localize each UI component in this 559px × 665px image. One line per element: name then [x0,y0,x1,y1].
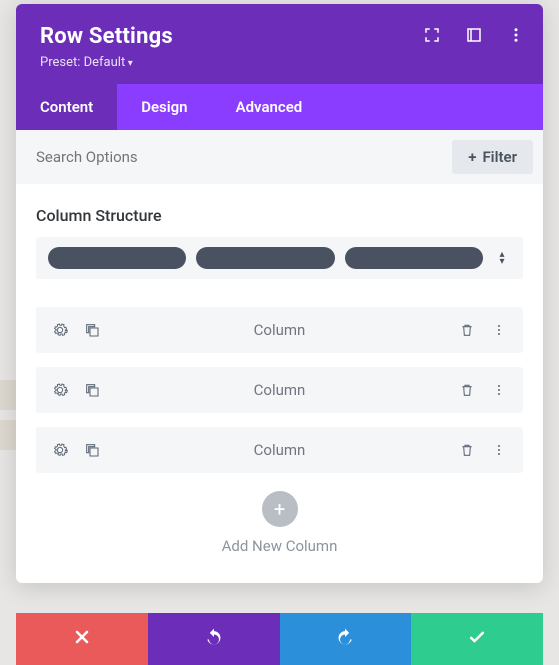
column-item[interactable]: Column [36,307,523,353]
search-bar: + Filter [16,130,543,184]
trash-icon[interactable] [459,382,475,398]
row-settings-modal: Row Settings Preset: Default Content Des… [16,4,543,583]
column-structure-selector[interactable]: ▴▾ [36,237,523,279]
undo-button[interactable] [148,613,280,665]
column-label: Column [100,321,459,339]
column-label: Column [100,441,459,459]
structure-col [48,247,186,269]
preset-selector[interactable]: Preset: Default [40,55,519,70]
undo-icon [204,627,224,652]
trash-icon[interactable] [459,322,475,338]
add-column-button[interactable]: + [262,491,298,527]
panel-icon[interactable] [465,26,483,44]
duplicate-icon[interactable] [84,382,100,398]
modal-header: Row Settings Preset: Default [16,4,543,84]
structure-col [345,247,483,269]
plus-icon: + [274,497,285,521]
tab-advanced[interactable]: Advanced [212,84,327,130]
duplicate-icon[interactable] [84,322,100,338]
gear-icon[interactable] [52,442,68,458]
plus-icon: + [468,148,476,166]
kebab-icon[interactable] [491,382,507,398]
redo-icon [335,627,355,652]
tab-bar: Content Design Advanced [16,84,543,130]
cancel-button[interactable] [16,613,148,665]
gear-icon[interactable] [52,382,68,398]
column-item[interactable]: Column [36,427,523,473]
responsive-icon[interactable] [423,26,441,44]
modal-footer [16,613,543,665]
check-icon [467,627,487,652]
add-column-label: Add New Column [36,537,523,555]
duplicate-icon[interactable] [84,442,100,458]
column-item[interactable]: Column [36,367,523,413]
header-actions [423,26,525,44]
kebab-icon[interactable] [507,26,525,44]
tab-design[interactable]: Design [117,84,211,130]
add-column-section: + Add New Column [36,491,523,555]
save-button[interactable] [411,613,543,665]
filter-button[interactable]: + Filter [452,140,533,174]
filter-label: Filter [482,148,517,166]
search-input[interactable] [36,148,442,166]
gear-icon[interactable] [52,322,68,338]
trash-icon[interactable] [459,442,475,458]
close-icon [72,627,92,652]
section-title: Column Structure [36,206,523,225]
structure-dropdown-icon[interactable]: ▴▾ [493,251,511,265]
kebab-icon[interactable] [491,442,507,458]
structure-col [196,247,334,269]
tab-content[interactable]: Content [16,84,117,130]
redo-button[interactable] [280,613,412,665]
modal-body: Column Structure ▴▾ Column [16,184,543,583]
column-label: Column [100,381,459,399]
kebab-icon[interactable] [491,322,507,338]
